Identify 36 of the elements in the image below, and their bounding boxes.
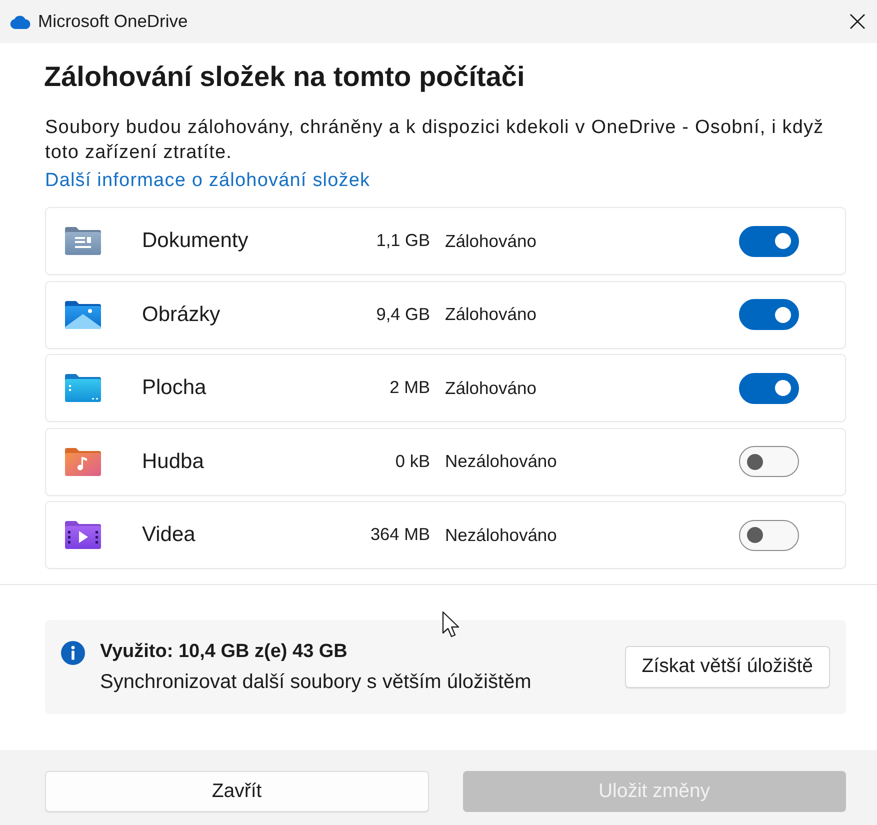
- folder-size: 364 MB: [369, 523, 430, 546]
- toggle-switch[interactable]: [739, 520, 799, 550]
- desktop-folder-icon: [65, 374, 101, 402]
- toggle-switch[interactable]: [739, 372, 799, 404]
- folder-name: Obrázky: [142, 302, 222, 328]
- folder-size: 0 kB: [394, 450, 430, 473]
- storage-usage-text: Využito: 10,4 GB z(e) 43 GB: [100, 640, 348, 664]
- close-dialog-button[interactable]: Zavřít: [45, 771, 428, 812]
- video-folder-icon: [65, 521, 101, 549]
- cloud-icon: [10, 14, 31, 28]
- folder-name: Hudba: [142, 448, 205, 475]
- backup-status: Zálohováno: [445, 230, 538, 253]
- info-icon: [61, 641, 85, 665]
- toggle-switch[interactable]: [739, 446, 799, 477]
- backup-status: Nezálohováno: [445, 450, 558, 474]
- get-more-storage-button[interactable]: Získat větší úložiště: [624, 646, 830, 688]
- folder-name: Videa: [142, 522, 196, 548]
- storage-message: Synchronizovat další soubory s větším úložištěm: [100, 670, 532, 695]
- folder-size: 2 MB: [388, 376, 430, 400]
- music-folder-icon: [65, 448, 101, 476]
- folder-size: 1,1 GB: [375, 229, 430, 252]
- backup-status: Nezálohováno: [445, 524, 558, 547]
- description-text: Soubory budou zálohovány, chráněny a k dispozici kdekoli v OneDrive - Osobní, i když toto zařízení ztratíte.: [45, 116, 825, 165]
- page-heading: Zálohování složek na tomto počítači: [44, 60, 526, 94]
- backup-status: Zálohováno: [445, 376, 538, 400]
- close-icon[interactable]: [850, 14, 865, 29]
- learn-more-link[interactable]: Další informace o zálohování složek: [45, 168, 370, 193]
- toggle-switch[interactable]: [739, 299, 799, 330]
- toggle-switch[interactable]: [739, 226, 799, 256]
- folder-name: Dokumenty: [142, 228, 250, 254]
- folder-name: Plocha: [142, 375, 208, 402]
- folder-size: 9,4 GB: [375, 302, 430, 326]
- picture-folder-icon: [65, 300, 101, 328]
- window-title: Microsoft OneDrive: [38, 10, 188, 34]
- backup-status: Zálohováno: [445, 303, 538, 326]
- document-folder-icon: [65, 227, 101, 255]
